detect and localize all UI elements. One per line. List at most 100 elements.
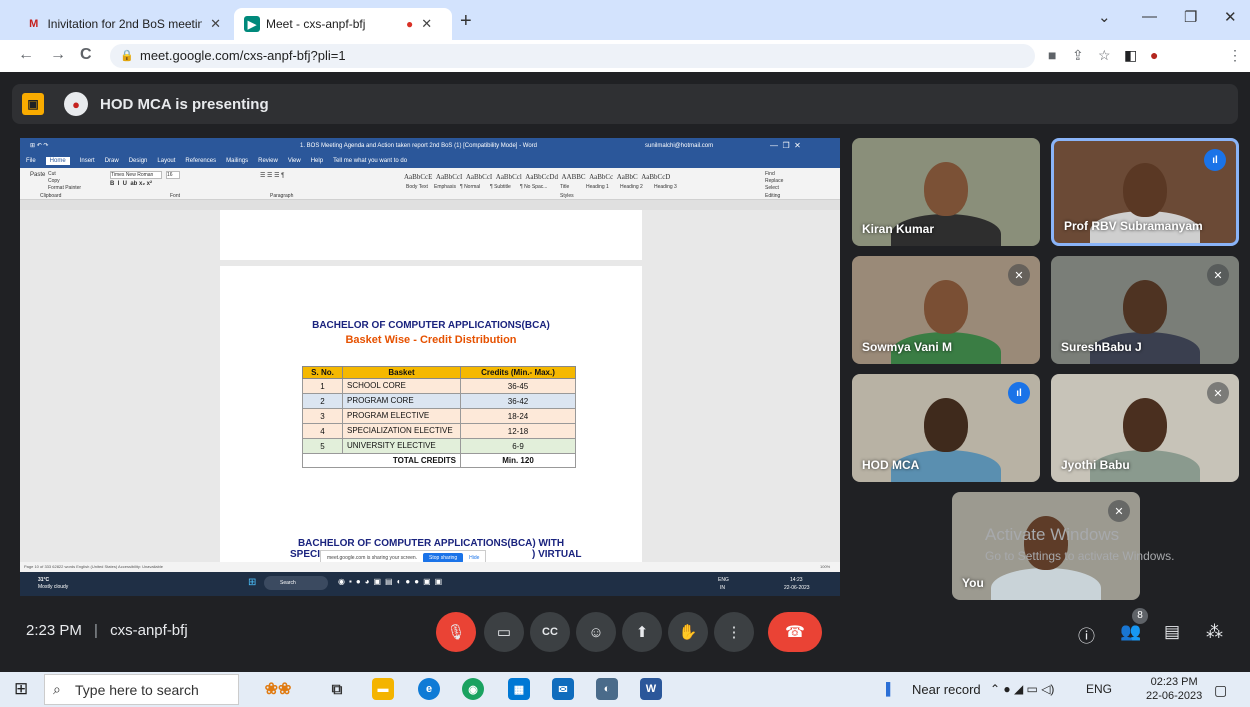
hide-share-bar-link[interactable]: Hide [469, 555, 479, 561]
style-emphasis[interactable]: Emphasis [434, 184, 456, 190]
mic-toggle-button[interactable]: 🎙 [436, 612, 476, 652]
activities-icon[interactable]: ⁂ [1206, 622, 1223, 642]
presenter-avatar: ● [64, 92, 88, 116]
windows-start-icon[interactable]: ⊞ [14, 679, 28, 699]
sidepanel-icon[interactable]: ◧ [1124, 47, 1137, 64]
new-tab-button[interactable]: + [460, 10, 472, 33]
info-icon[interactable]: ⓘ [1078, 622, 1095, 647]
word-app-icon[interactable]: W [640, 678, 662, 700]
profile-avatar[interactable]: ● [1150, 47, 1158, 63]
word-tab-layout[interactable]: Layout [157, 158, 175, 164]
word-tab-review[interactable]: Review [258, 158, 278, 164]
mic-muted-icon: ✕ [1108, 500, 1130, 522]
taskbar-time: 02:23 PM [1150, 676, 1198, 688]
replace-button[interactable]: Replace [765, 178, 783, 184]
share-icon[interactable]: ⇪ [1072, 47, 1084, 64]
chat-icon[interactable]: ▤ [1164, 622, 1180, 642]
close-icon[interactable]: ✕ [210, 16, 221, 32]
participant-video [924, 161, 968, 216]
participant-tile-suresh[interactable]: ✕ SureshBabu J [1051, 256, 1239, 364]
style-title[interactable]: Title [560, 184, 569, 190]
restore-icon[interactable]: ❐ [1184, 8, 1197, 26]
window-close-icon[interactable]: ✕ [1224, 8, 1237, 26]
end-call-button[interactable]: ☎ [768, 612, 822, 652]
mail-icon[interactable]: ✉ [552, 678, 574, 700]
word-tab-references[interactable]: References [185, 158, 216, 164]
task-view-icon[interactable]: ⧉ [326, 678, 348, 700]
butterfly-widget-icon[interactable]: ❀❀ [248, 678, 308, 700]
lock-icon: 🔒 [120, 50, 134, 62]
back-icon[interactable]: ← [18, 46, 34, 64]
more-options-button[interactable]: ⋮ [714, 612, 754, 652]
taskbar-search-box[interactable]: ⌕ Type here to search [44, 674, 239, 705]
word-tab-view[interactable]: View [288, 158, 301, 164]
tab-meet[interactable]: ▶ Meet - cxs-anpf-bfj ● ✕ [234, 8, 452, 40]
word-titlebar: ⊞ ↶ ↷ 1. BOS Meeting Agenda and Action t… [20, 138, 840, 154]
paste-button[interactable]: Paste [30, 172, 45, 178]
store-icon[interactable]: ▦ [508, 678, 530, 700]
camera-toggle-button[interactable]: ▭ [484, 612, 524, 652]
browser-menu-icon[interactable]: ⋮ [1228, 47, 1242, 64]
meeting-info: 2:23 PM | cxs-anpf-bfj [26, 622, 188, 639]
style-heading-2[interactable]: Heading 2 [620, 184, 643, 190]
participant-tile-hod[interactable]: ıl HOD MCA [852, 374, 1040, 482]
close-icon[interactable]: ✕ [421, 16, 432, 32]
table-cell-basket: SCHOOL CORE [342, 378, 461, 394]
word-tab-design[interactable]: Design [129, 158, 148, 164]
table-cell-no: 5 [302, 438, 343, 454]
style-heading-1[interactable]: Heading 1 [586, 184, 609, 190]
font-format-buttons[interactable]: B I U ab x₂ x² [110, 181, 152, 187]
font-size-field[interactable]: 16 [166, 171, 180, 179]
tab-search-icon[interactable]: ⌄ [1098, 8, 1111, 26]
captions-button[interactable]: CC [530, 612, 570, 652]
chrome-browser-icon[interactable]: ◉ [462, 678, 484, 700]
style-body-text[interactable]: Body Text [406, 184, 428, 190]
taskbar-clock[interactable]: 02:23 PM 22-06-2023 [1146, 675, 1202, 703]
word-tab-draw[interactable]: Draw [105, 158, 119, 164]
style-subtitle[interactable]: ¶ Subtitle [490, 184, 511, 190]
copy-button[interactable]: Copy [48, 178, 60, 184]
word-tab-insert[interactable]: Insert [80, 158, 95, 164]
chrome-profile-icon[interactable]: ◐ [596, 678, 618, 700]
people-icon[interactable]: 👥 [1120, 622, 1141, 642]
forward-icon[interactable]: → [50, 46, 66, 64]
table-cell-credits: 18-24 [460, 408, 576, 424]
mic-off-icon: 🎙 [446, 624, 466, 641]
format-painter-button[interactable]: Format Painter [48, 185, 81, 191]
participant-tile-jyothi[interactable]: ✕ Jyothi Babu [1051, 374, 1239, 482]
cut-button[interactable]: Cut [48, 171, 56, 177]
reactions-button[interactable]: ☺ [576, 612, 616, 652]
find-button[interactable]: Find [765, 171, 775, 177]
tab-gmail[interactable]: M Inivitation for 2nd BoS meeting u ✕ [16, 8, 231, 40]
url-field[interactable]: 🔒 meet.google.com/cxs-anpf-bfj?pli=1 [110, 44, 1035, 68]
tray-icons[interactable]: ⌃ ● ◢ ▭ ◁) [990, 682, 1054, 696]
recorder-icon[interactable]: ▌ [886, 682, 895, 696]
notifications-icon[interactable]: ▢ [1214, 682, 1227, 699]
participant-tile-kiran[interactable]: Kiran Kumar [852, 138, 1040, 246]
edge-browser-icon[interactable]: e [418, 678, 440, 700]
reload-icon[interactable]: C [80, 46, 92, 64]
word-tab-help[interactable]: Help [311, 158, 323, 164]
word-tell-me[interactable]: Tell me what you want to do [333, 158, 407, 164]
present-screen-icon: ⬆ [635, 624, 649, 641]
file-explorer-icon[interactable]: ▬ [372, 678, 394, 700]
group-styles: Styles [560, 193, 574, 199]
address-bar: ← → C 🔒 meet.google.com/cxs-anpf-bfj?pli… [0, 40, 1250, 72]
tray-language[interactable]: ENG [1086, 682, 1112, 696]
paragraph-buttons[interactable]: ☰ ☰ ☰ ¶ [260, 172, 284, 179]
participant-tile-sowmya[interactable]: ✕ Sowmya Vani M [852, 256, 1040, 364]
word-tab-file[interactable]: File [26, 158, 36, 164]
word-tab-mailings[interactable]: Mailings [226, 158, 248, 164]
present-button[interactable]: ⬆ [622, 612, 662, 652]
bookmark-star-icon[interactable]: ☆ [1098, 47, 1111, 64]
select-button[interactable]: Select [765, 185, 779, 191]
word-tab-home[interactable]: Home [45, 157, 70, 165]
style-no-spacing[interactable]: ¶ No Spac... [520, 184, 547, 190]
participant-tile-subramanyam[interactable]: ıl Prof RBV Subramanyam [1051, 138, 1239, 246]
minimize-icon[interactable]: — [1142, 8, 1157, 25]
style-heading-3[interactable]: Heading 3 [654, 184, 677, 190]
raise-hand-button[interactable]: ✋ [668, 612, 708, 652]
camera-icon[interactable]: ■ [1048, 47, 1056, 63]
style-normal[interactable]: ¶ Normal [460, 184, 480, 190]
font-name-field[interactable]: Times New Roman [110, 171, 162, 179]
